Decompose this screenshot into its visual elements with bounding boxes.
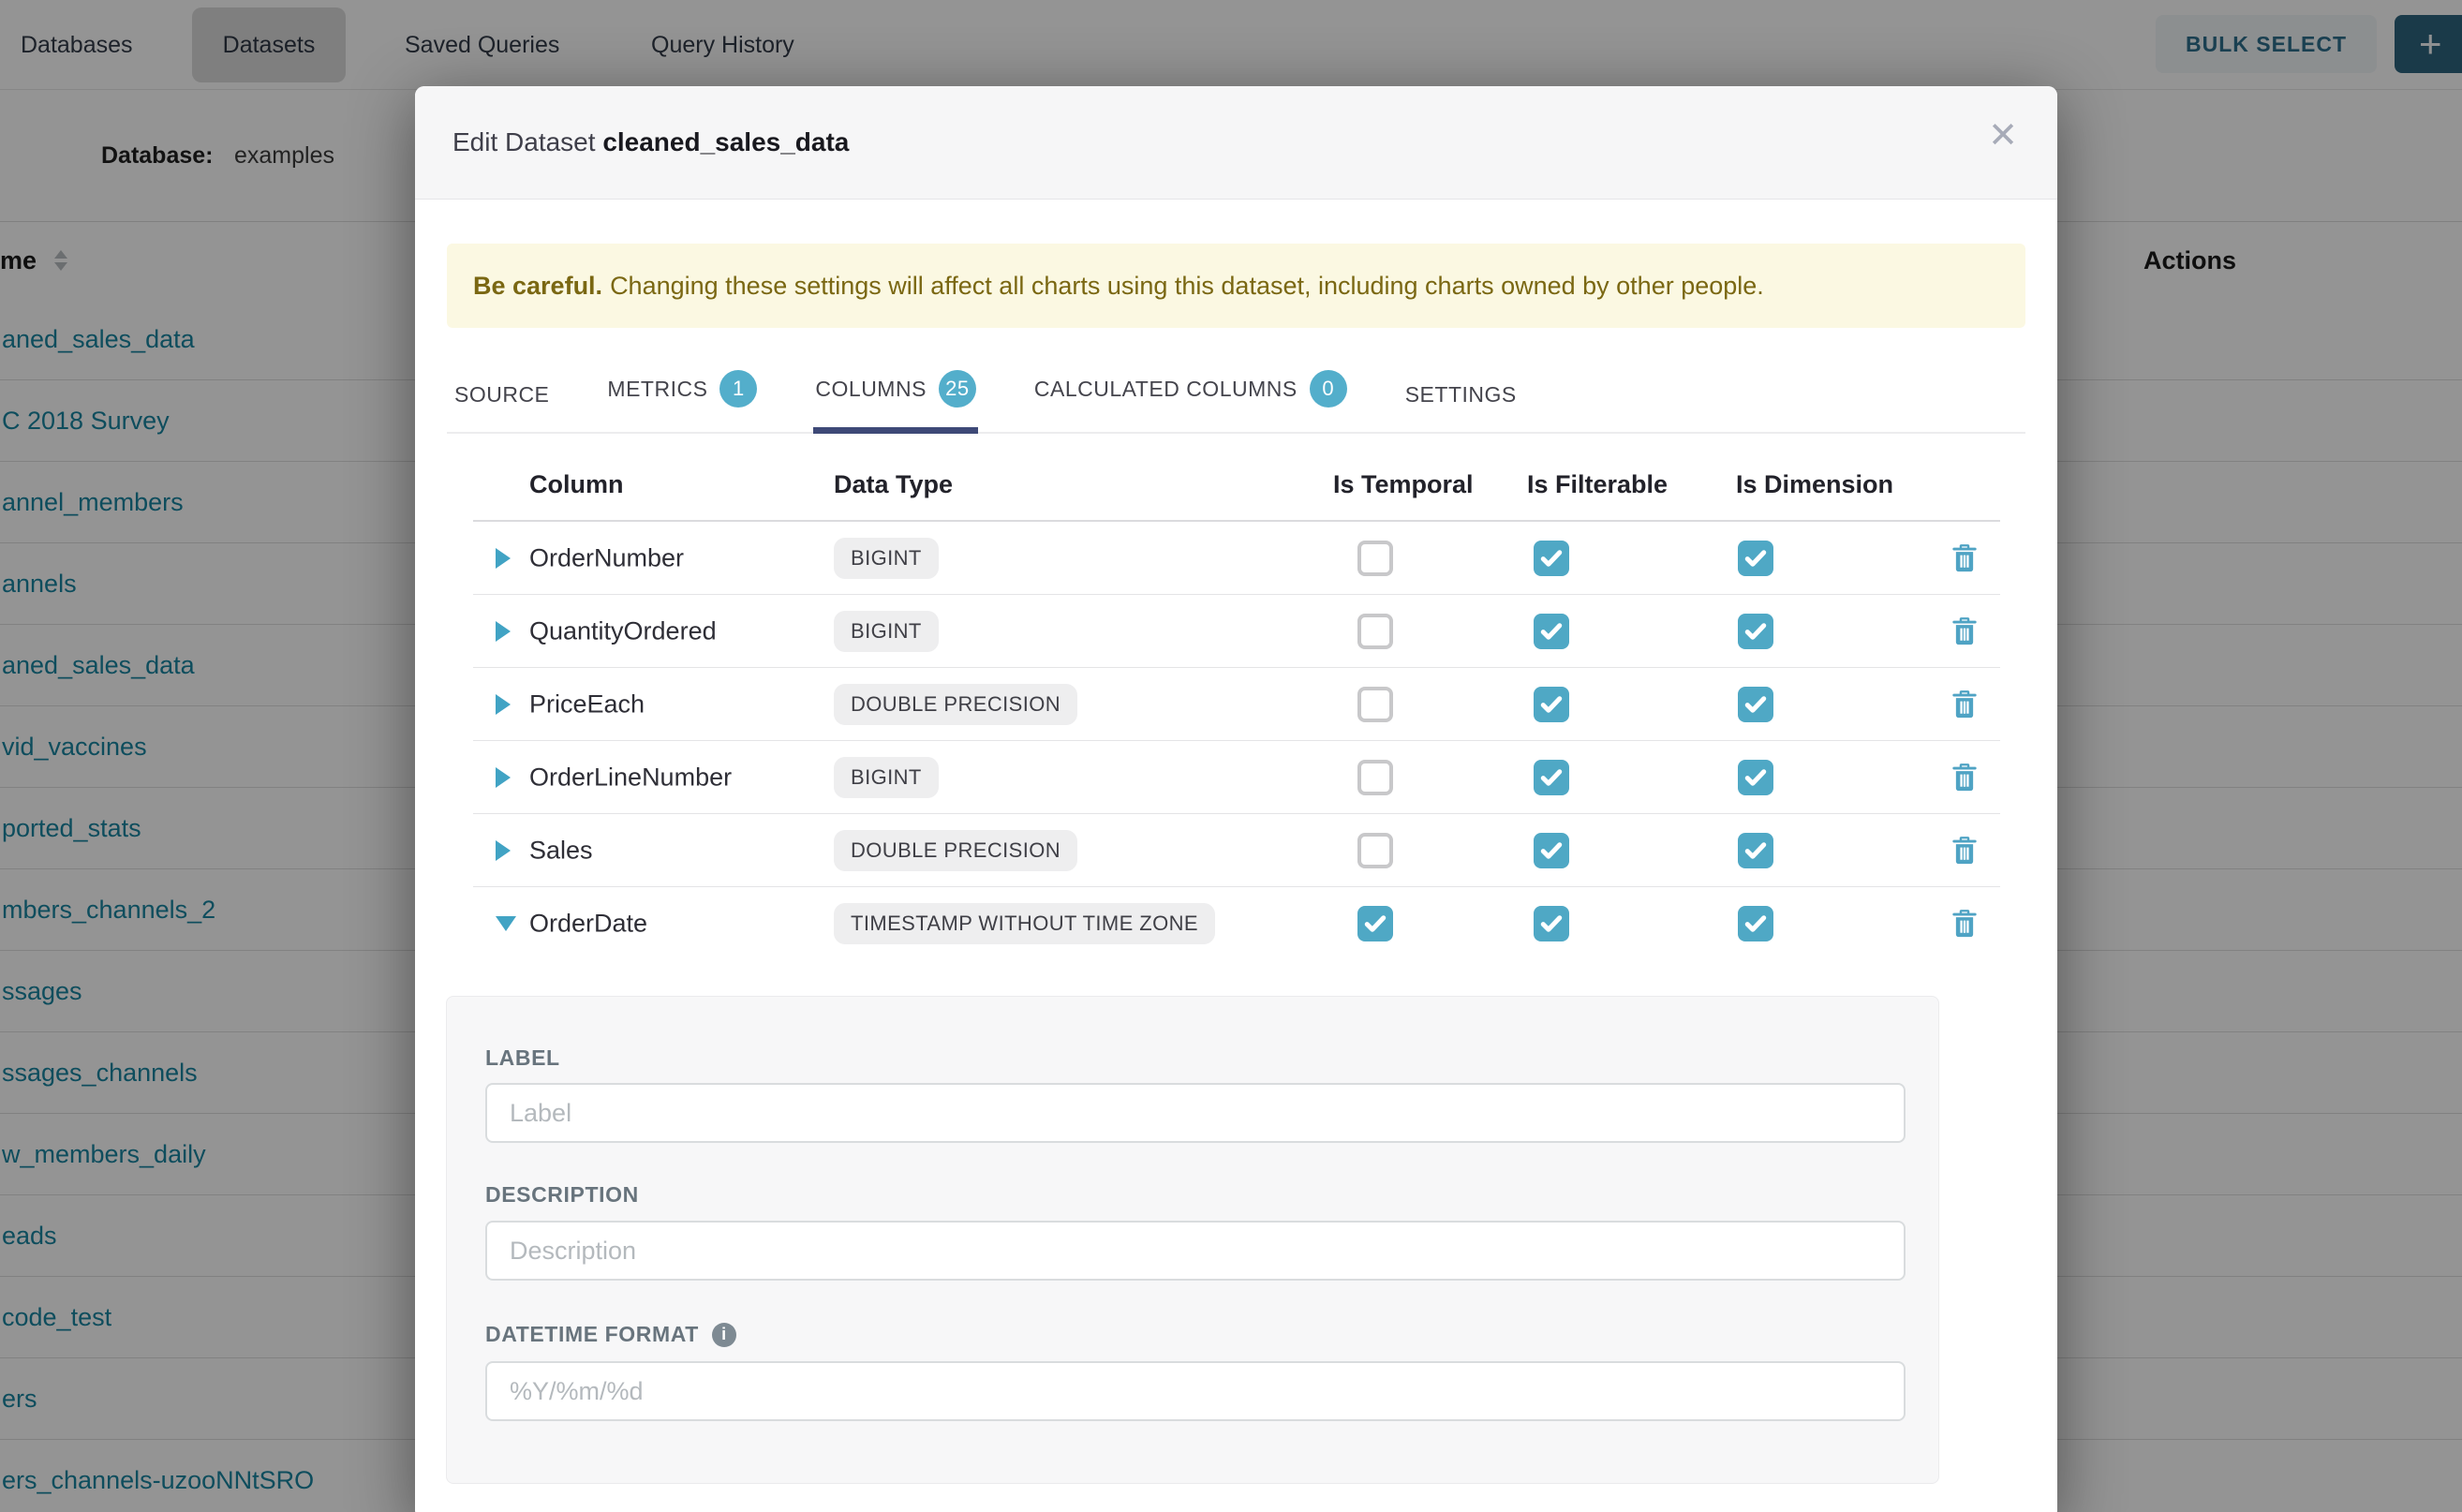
columns-table: OrderNumber BIGINT QuantityOrdered BIGINT Pr… bbox=[473, 522, 2000, 960]
tab-label: CALCULATED COLUMNS bbox=[1034, 377, 1298, 402]
column-row-ordernumber: OrderNumber BIGINT bbox=[473, 522, 2000, 595]
expand-caret-icon[interactable] bbox=[496, 840, 511, 861]
data-type-pill: BIGINT bbox=[834, 757, 939, 798]
tab-count-badge: 1 bbox=[719, 370, 757, 408]
column-name: OrderNumber bbox=[529, 543, 684, 572]
checkbox-is-filterable[interactable] bbox=[1534, 614, 1569, 649]
delete-column-icon[interactable] bbox=[1951, 689, 1978, 719]
modal-header: Edit Dataset cleaned_sales_data ✕ bbox=[415, 86, 2057, 200]
data-type-pill: TIMESTAMP WITHOUT TIME ZONE bbox=[834, 903, 1215, 944]
checkbox-is-dimension[interactable] bbox=[1738, 614, 1773, 649]
delete-column-icon[interactable] bbox=[1951, 836, 1978, 866]
tab-label: COLUMNS bbox=[815, 377, 927, 402]
column-header-is-filterable: Is Filterable bbox=[1527, 453, 1668, 522]
delete-column-icon[interactable] bbox=[1951, 909, 1978, 939]
collapse-caret-icon[interactable] bbox=[496, 916, 516, 931]
delete-column-icon[interactable] bbox=[1951, 616, 1978, 646]
checkbox-is-temporal[interactable] bbox=[1357, 541, 1393, 576]
column-name: OrderLineNumber bbox=[529, 763, 732, 792]
checkbox-is-dimension[interactable] bbox=[1738, 906, 1773, 941]
label-input[interactable] bbox=[485, 1083, 1906, 1143]
modal-title-prefix: Edit Dataset bbox=[452, 127, 596, 156]
column-row-sales: Sales DOUBLE PRECISION bbox=[473, 814, 2000, 887]
label-field-label-text: LABEL bbox=[485, 1045, 560, 1071]
checkbox-is-temporal[interactable] bbox=[1357, 687, 1393, 722]
warning-banner-text: Changing these settings will affect all … bbox=[610, 272, 1764, 301]
edit-dataset-modal: Edit Dataset cleaned_sales_data ✕ Be car… bbox=[415, 86, 2057, 1512]
checkbox-is-dimension[interactable] bbox=[1738, 760, 1773, 795]
tab-source[interactable]: SOURCE bbox=[454, 382, 549, 432]
checkbox-is-filterable[interactable] bbox=[1534, 541, 1569, 576]
column-detail-panel: LABEL DESCRIPTION DATETIME FORMAT i bbox=[446, 996, 1939, 1484]
description-field-label: DESCRIPTION bbox=[485, 1182, 639, 1208]
data-type-pill: DOUBLE PRECISION bbox=[834, 684, 1077, 725]
datetime-format-input[interactable] bbox=[485, 1361, 1906, 1421]
close-icon[interactable]: ✕ bbox=[1988, 118, 2018, 154]
tab-columns[interactable]: COLUMNS 25 bbox=[815, 370, 976, 432]
tab-label: SOURCE bbox=[454, 382, 549, 408]
delete-column-icon[interactable] bbox=[1951, 543, 1978, 573]
checkbox-is-temporal[interactable] bbox=[1357, 760, 1393, 795]
checkbox-is-temporal[interactable] bbox=[1357, 906, 1393, 941]
modal-tabs: SOURCE METRICS 1 COLUMNS 25 CALCULATED COLUMN… bbox=[447, 348, 2025, 434]
data-type-pill: BIGINT bbox=[834, 611, 939, 652]
column-header-data-type: Data Type bbox=[834, 453, 953, 522]
column-name: Sales bbox=[529, 836, 593, 865]
datetime-format-field-label: DATETIME FORMAT i bbox=[485, 1322, 736, 1347]
columns-table-header: Column Data Type Is Temporal Is Filterable I… bbox=[473, 453, 2000, 522]
delete-column-icon[interactable] bbox=[1951, 763, 1978, 793]
expand-caret-icon[interactable] bbox=[496, 548, 511, 569]
data-type-pill: BIGINT bbox=[834, 538, 939, 579]
checkbox-is-dimension[interactable] bbox=[1738, 833, 1773, 868]
checkbox-is-dimension[interactable] bbox=[1738, 541, 1773, 576]
info-icon[interactable]: i bbox=[712, 1323, 736, 1347]
tab-calculated-columns[interactable]: CALCULATED COLUMNS 0 bbox=[1034, 370, 1347, 432]
checkbox-is-temporal[interactable] bbox=[1357, 614, 1393, 649]
description-field-label-text: DESCRIPTION bbox=[485, 1182, 639, 1208]
checkbox-is-dimension[interactable] bbox=[1738, 687, 1773, 722]
column-header-column: Column bbox=[529, 453, 624, 522]
column-name: OrderDate bbox=[529, 910, 647, 939]
description-input[interactable] bbox=[485, 1221, 1906, 1281]
tab-label: SETTINGS bbox=[1405, 382, 1517, 408]
modal-title-dataset-name: cleaned_sales_data bbox=[602, 127, 849, 156]
expand-caret-icon[interactable] bbox=[496, 621, 511, 642]
column-name: PriceEach bbox=[529, 689, 645, 719]
column-row-priceeach: PriceEach DOUBLE PRECISION bbox=[473, 668, 2000, 741]
label-field-label: LABEL bbox=[485, 1045, 560, 1071]
column-header-is-dimension: Is Dimension bbox=[1736, 453, 1893, 522]
column-row-quantityordered: QuantityOrdered BIGINT bbox=[473, 595, 2000, 668]
modal-title: Edit Dataset cleaned_sales_data bbox=[452, 127, 849, 157]
tab-metrics[interactable]: METRICS 1 bbox=[607, 370, 757, 432]
checkbox-is-filterable[interactable] bbox=[1534, 687, 1569, 722]
checkbox-is-filterable[interactable] bbox=[1534, 760, 1569, 795]
tab-label: METRICS bbox=[607, 377, 707, 402]
tab-settings[interactable]: SETTINGS bbox=[1405, 382, 1517, 432]
column-row-orderlinenumber: OrderLineNumber BIGINT bbox=[473, 741, 2000, 814]
expand-caret-icon[interactable] bbox=[496, 694, 511, 715]
checkbox-is-filterable[interactable] bbox=[1534, 833, 1569, 868]
checkbox-is-filterable[interactable] bbox=[1534, 906, 1569, 941]
datetime-format-label-text: DATETIME FORMAT bbox=[485, 1322, 699, 1347]
column-header-is-temporal: Is Temporal bbox=[1333, 453, 1474, 522]
warning-banner: Be careful. Changing these settings will… bbox=[447, 244, 2025, 328]
app-root: Databases Datasets Saved Queries Query H… bbox=[0, 0, 2462, 1512]
expand-caret-icon[interactable] bbox=[496, 767, 511, 788]
warning-banner-bold: Be careful. bbox=[473, 272, 602, 301]
column-row-orderdate: OrderDate TIMESTAMP WITHOUT TIME ZONE bbox=[473, 887, 2000, 960]
data-type-pill: DOUBLE PRECISION bbox=[834, 830, 1077, 871]
column-name: QuantityOrdered bbox=[529, 616, 717, 645]
tab-count-badge: 0 bbox=[1310, 370, 1347, 408]
checkbox-is-temporal[interactable] bbox=[1357, 833, 1393, 868]
tab-count-badge: 25 bbox=[939, 370, 976, 408]
